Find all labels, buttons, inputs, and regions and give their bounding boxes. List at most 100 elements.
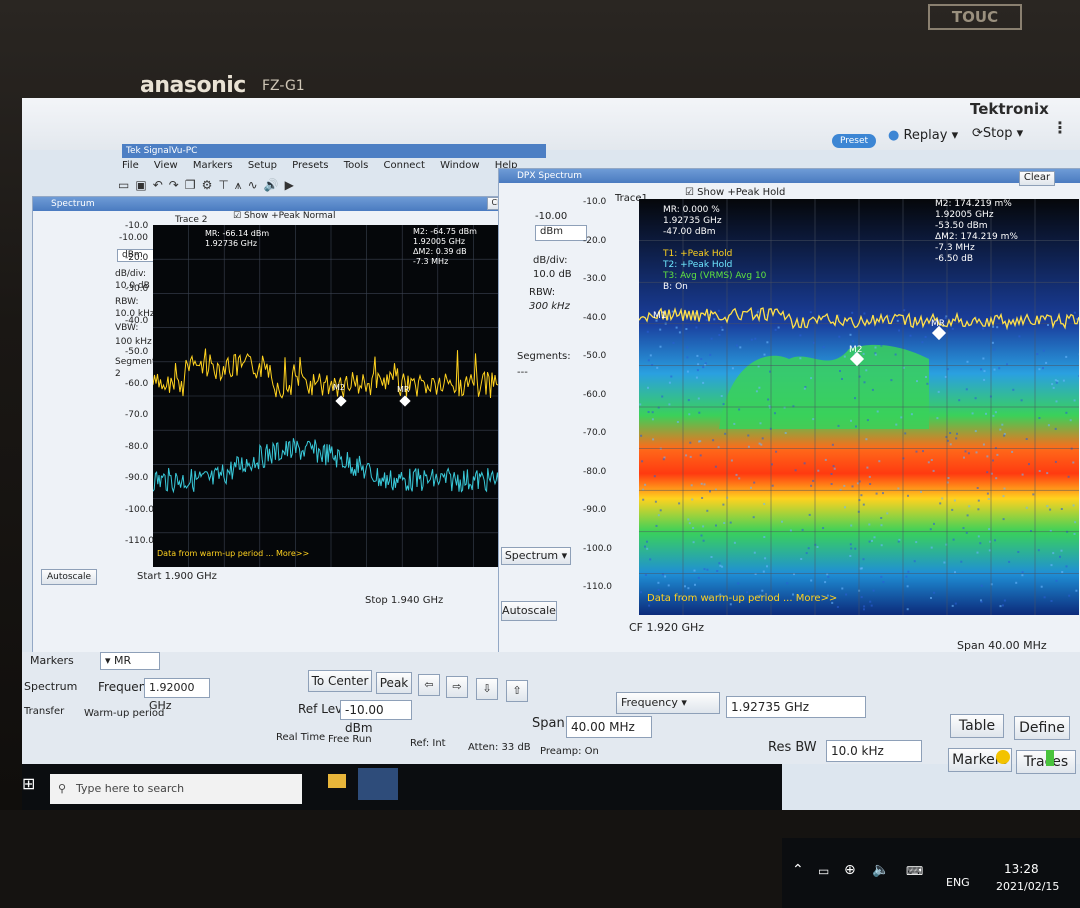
replay-button[interactable]: ● Replay ▾: [888, 128, 958, 143]
dpx-autoscale-button[interactable]: Autoscale: [501, 601, 557, 621]
dpx-speckle: [954, 500, 956, 502]
arrow-right-button[interactable]: ⇨: [446, 676, 468, 698]
frequency-value-field[interactable]: 1.92735 GHz: [726, 696, 866, 718]
keyboard-icon[interactable]: ⌨: [906, 864, 923, 878]
dpx-marker-m2[interactable]: M2: [849, 345, 863, 355]
undo-icon[interactable]: ↶: [153, 178, 169, 192]
more-menu-icon[interactable]: ⋮: [1052, 118, 1068, 137]
frequency-select[interactable]: Frequency ▾: [616, 692, 720, 714]
spectrum-tab-label[interactable]: Spectrum: [24, 680, 77, 693]
y-tick-label: -20.0: [583, 236, 606, 246]
dpx-mode-select[interactable]: Spectrum ▾: [501, 547, 571, 565]
dpx-speckle: [864, 381, 866, 383]
dpx-speckle: [694, 570, 696, 572]
dpx-show-checkbox[interactable]: ☑ Show +Peak Hold: [685, 187, 785, 198]
spectrum-panel-title: Spectrum: [33, 197, 521, 211]
dpx-speckle: [1075, 590, 1077, 592]
windows-start-icon[interactable]: ⊞: [22, 774, 35, 793]
dpx-speckle: [920, 491, 922, 493]
menu-markers[interactable]: Markers: [193, 160, 233, 171]
redo-icon[interactable]: ↷: [169, 178, 185, 192]
dpx-speckle: [1004, 600, 1006, 602]
dpx-speckle: [936, 417, 938, 419]
clock-time[interactable]: 13:28: [1004, 862, 1039, 876]
taskbar-search-input[interactable]: ⚲ Type here to search: [50, 774, 302, 804]
marker-select[interactable]: ▾ MR: [100, 652, 160, 670]
arrow-down-button[interactable]: ⇩: [476, 678, 498, 700]
file-explorer-icon[interactable]: [328, 774, 346, 788]
stop-button[interactable]: ⟳Stop ▾: [972, 126, 1023, 141]
to-center-button[interactable]: To Center: [308, 670, 372, 692]
open-icon[interactable]: ▭: [118, 178, 135, 192]
battery-level-icon[interactable]: [1046, 750, 1054, 766]
signalvu-taskbar-icon[interactable]: [358, 768, 398, 800]
menu-file[interactable]: File: [122, 160, 139, 171]
dpx-speckle: [661, 396, 663, 398]
save-icon[interactable]: ▣: [135, 178, 152, 192]
trace-icon[interactable]: ⊤: [218, 178, 234, 192]
dpx-speckle: [880, 345, 882, 347]
volume-icon[interactable]: 🔈: [872, 862, 889, 878]
arrow-up-button[interactable]: ⇧: [506, 680, 528, 702]
spectrum-show-label: Show: [244, 211, 268, 221]
table-button[interactable]: Table: [950, 714, 1004, 738]
window-icon[interactable]: ❐: [185, 178, 202, 192]
dpx-marker-mr[interactable]: MR: [931, 319, 945, 329]
dpx-speckle: [652, 438, 654, 440]
spectrum-vbw-value: 100 kHz: [115, 337, 152, 347]
menu-connect[interactable]: Connect: [384, 160, 425, 171]
peak-icon[interactable]: ⩚: [235, 178, 248, 192]
chevron-up-icon[interactable]: ⌃: [792, 862, 804, 878]
ref-lev-field[interactable]: -10.00 dBm: [340, 700, 412, 720]
norton-icon[interactable]: [996, 750, 1010, 764]
dpx-speckle: [711, 556, 713, 558]
frequency-field[interactable]: 1.92000 GHz: [144, 678, 210, 698]
dpx-plot[interactable]: MR: 0.000 %1.92735 GHz-47.00 dBm T1: +Pe…: [639, 199, 1079, 615]
network-icon[interactable]: ⊕: [844, 862, 856, 878]
preset-button[interactable]: Preset: [832, 134, 876, 148]
spectrum-marker-m2[interactable]: M2: [333, 383, 345, 392]
replay-dot-icon: ●: [888, 128, 899, 143]
marker-diamond: [399, 395, 410, 406]
speaker-icon[interactable]: 🔊: [264, 178, 285, 192]
transfer-label[interactable]: Transfer: [24, 706, 64, 717]
spectrum-marker-mr[interactable]: MR: [397, 385, 409, 394]
define-button[interactable]: Define: [1014, 716, 1070, 740]
span-label: Span: [532, 716, 565, 731]
menu-view[interactable]: View: [154, 160, 178, 171]
menu-presets[interactable]: Presets: [292, 160, 328, 171]
menu-tools[interactable]: Tools: [344, 160, 369, 171]
dpx-speckle: [1006, 363, 1008, 365]
dpx-speckle: [900, 416, 902, 418]
dpx-speckle: [1074, 399, 1076, 401]
spectrum-warmup-notice[interactable]: Data from warm-up period ... More>>: [157, 549, 309, 558]
span-field[interactable]: 40.00 MHz: [566, 716, 652, 738]
spectrum-autoscale-button[interactable]: Autoscale: [41, 569, 97, 585]
dpx-speckle: [709, 490, 711, 492]
peak-button[interactable]: Peak: [376, 672, 412, 694]
wave-icon[interactable]: ∿: [248, 178, 264, 192]
dpx-speckle: [941, 498, 943, 500]
spectrum-trace-select[interactable]: Trace 2: [175, 215, 207, 225]
spectrum-plot[interactable]: MR: -66.14 dBm1.92736 GHz M2: -64.75 dBm…: [153, 225, 509, 567]
res-bw-field[interactable]: 10.0 kHz: [826, 740, 922, 762]
language-indicator[interactable]: ENG: [946, 876, 970, 889]
dpx-unit-select[interactable]: dBm: [535, 225, 587, 241]
dpx-clear-button[interactable]: Clear: [1019, 171, 1055, 186]
y-tick-label: -30.0: [125, 284, 148, 294]
spectrum-show-checkbox[interactable]: ☑ Show +Peak Normal: [233, 211, 335, 221]
menu-window[interactable]: Window: [440, 160, 479, 171]
dpx-speckle: [855, 426, 857, 428]
dpx-speckle: [642, 499, 644, 501]
y-tick-label: -80.0: [583, 467, 606, 477]
dpx-warmup-notice[interactable]: Data from warm-up period ... More>>: [647, 593, 837, 604]
camera-icon[interactable]: ▶: [285, 178, 300, 192]
gear-icon[interactable]: ⚙: [202, 178, 219, 192]
battery-icon[interactable]: ▭: [818, 864, 829, 878]
dpx-speckle: [1038, 417, 1040, 419]
dpx-speckle: [886, 512, 888, 514]
menu-setup[interactable]: Setup: [248, 160, 277, 171]
dpx-speckle: [806, 552, 808, 554]
arrow-left-button[interactable]: ⇦: [418, 674, 440, 696]
dpx-marker-m1[interactable]: M1: [653, 311, 667, 321]
